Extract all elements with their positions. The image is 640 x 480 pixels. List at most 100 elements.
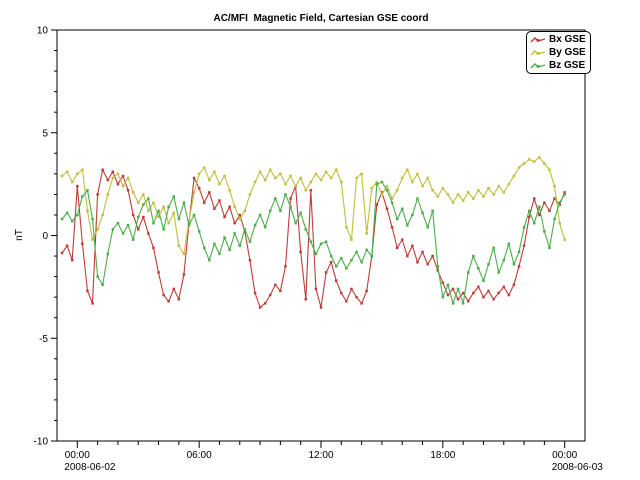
series-by-marker xyxy=(244,210,247,213)
legend-row-by: By GSE xyxy=(530,46,586,59)
legend-row-bz: Bz GSE xyxy=(530,59,586,72)
legend-label-bx: Bx GSE xyxy=(549,33,586,46)
series-bx-marker xyxy=(391,226,394,229)
series-bz-marker xyxy=(269,210,272,213)
series-bx-marker xyxy=(497,292,500,295)
series-by-marker xyxy=(513,175,516,178)
series-by-marker xyxy=(142,193,145,196)
series-bz-marker xyxy=(188,224,191,227)
series-bz-marker xyxy=(157,210,160,213)
series-bz-marker xyxy=(162,228,165,231)
series-bx-marker xyxy=(228,206,231,209)
series-bz-marker xyxy=(203,247,206,250)
series-bx-marker xyxy=(137,228,140,231)
start-date-label: 2008-06-02 xyxy=(64,462,116,473)
series-by-marker xyxy=(548,169,551,172)
series-by-marker xyxy=(274,177,277,180)
series-bz-marker xyxy=(391,201,394,204)
series-by-marker xyxy=(371,187,374,190)
series-by-marker xyxy=(310,181,313,184)
series-by-marker xyxy=(416,173,419,176)
series-by-marker xyxy=(213,171,216,174)
series-bz-marker xyxy=(274,197,277,200)
series-by-marker xyxy=(284,183,287,186)
series-bz-marker xyxy=(487,263,490,266)
series-bz-marker xyxy=(239,245,242,248)
series-bz-marker xyxy=(218,253,221,256)
series-by-marker xyxy=(421,185,424,188)
series-by-marker xyxy=(386,185,389,188)
series-by-marker xyxy=(350,238,353,241)
series-bz-marker xyxy=(117,222,120,225)
series-bz-marker xyxy=(558,201,561,204)
series-by-marker xyxy=(259,171,262,174)
series-by-marker xyxy=(264,179,267,182)
series-by-marker xyxy=(482,195,485,198)
series-by-marker xyxy=(431,189,434,192)
series-bx-marker xyxy=(340,292,343,295)
series-by-marker xyxy=(101,214,104,217)
series-bz-marker xyxy=(91,218,94,221)
series-by-marker xyxy=(193,191,196,194)
series-by-marker xyxy=(167,222,170,225)
series-bz-marker xyxy=(289,206,292,209)
series-bx-marker xyxy=(503,286,506,289)
series-bx-marker xyxy=(233,222,236,225)
series-bz-marker xyxy=(137,216,140,219)
series-by-marker xyxy=(543,162,546,165)
series-by-marker xyxy=(320,179,323,182)
series-bx-marker xyxy=(147,232,150,235)
series-bz-marker xyxy=(101,284,104,287)
series-by-marker xyxy=(117,173,120,176)
series-bx-marker xyxy=(462,292,465,295)
series-by-marker xyxy=(147,210,150,213)
series-bz-marker xyxy=(299,212,302,215)
series-bx-marker xyxy=(91,302,94,305)
series-bx-marker xyxy=(81,243,84,246)
series-bx-marker xyxy=(198,187,201,190)
series-by-marker xyxy=(365,232,368,235)
series-bx-marker xyxy=(178,298,181,301)
series-bx-marker xyxy=(127,189,130,192)
series-bx-marker xyxy=(101,169,104,172)
series-bx-marker xyxy=(132,214,135,217)
series-by-marker xyxy=(553,185,556,188)
series-bx-marker xyxy=(543,201,546,204)
series-by-marker xyxy=(86,210,89,213)
series-bx-marker xyxy=(173,288,176,291)
series-bx-marker xyxy=(345,300,348,303)
series-by-marker xyxy=(355,177,358,180)
series-bz-marker xyxy=(350,259,353,262)
series-bx-marker xyxy=(269,294,272,297)
bz-line-swatch-icon xyxy=(530,61,546,71)
series-by-marker xyxy=(452,201,455,204)
series-by-marker xyxy=(71,181,74,184)
series-bz-marker xyxy=(437,265,440,268)
series-bx-marker xyxy=(396,247,399,250)
series-bz-marker xyxy=(553,218,556,221)
series-by-marker xyxy=(61,175,64,178)
series-by-marker xyxy=(518,166,521,169)
series-bz-marker xyxy=(431,210,434,213)
series-by-marker xyxy=(249,193,252,196)
series-bz-marker xyxy=(315,253,318,256)
series-bz-marker xyxy=(492,247,495,250)
series-bx-marker xyxy=(305,298,308,301)
plot-canvas: AC/MFI Magnetic Field, Cartesian GSE coo… xyxy=(0,0,640,480)
x-tick-label: 06:00 xyxy=(187,450,212,461)
series-bx-marker xyxy=(208,191,211,194)
y-tick-label: -10 xyxy=(34,437,49,448)
series-by-marker xyxy=(239,218,242,221)
series-by-marker xyxy=(457,193,460,196)
series-bx-marker xyxy=(274,284,277,287)
series-bz-marker xyxy=(381,181,384,184)
series-by-marker xyxy=(198,173,201,176)
series-bx-marker xyxy=(528,216,531,219)
series-by-marker xyxy=(152,201,155,204)
series-bx-marker xyxy=(426,263,429,266)
x-tick-label: 18:00 xyxy=(430,450,455,461)
series-by-marker xyxy=(330,177,333,180)
series-bx-marker xyxy=(218,199,221,202)
series-bz-marker xyxy=(497,271,500,274)
series-bx-marker xyxy=(406,255,409,257)
